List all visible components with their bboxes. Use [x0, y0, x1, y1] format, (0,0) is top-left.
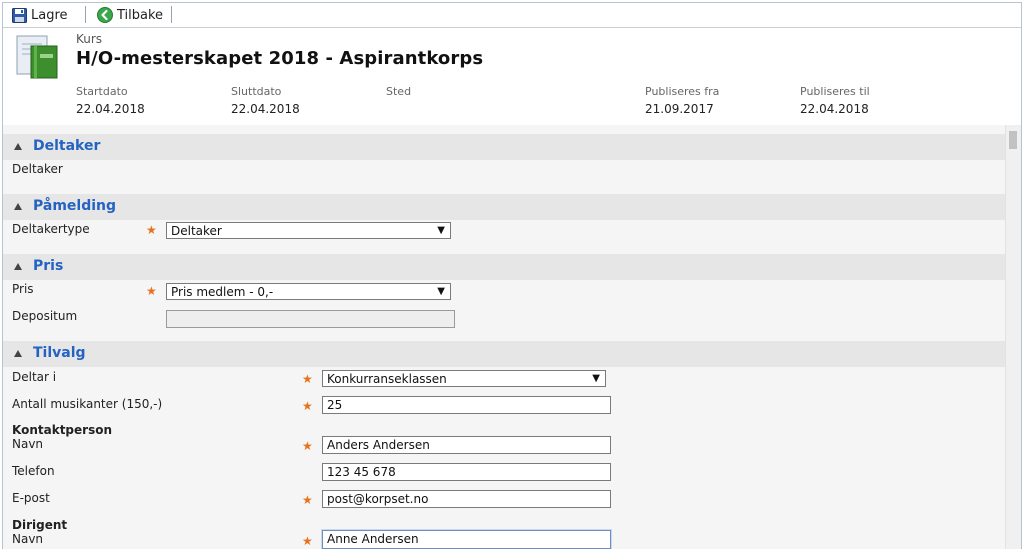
floppy-disk-icon [12, 7, 27, 23]
participant-type-label: Deltakertype [12, 222, 90, 236]
price-select[interactable]: Pris medlem - 0,- ▼ [166, 283, 451, 300]
contact-name-input[interactable]: Anders Andersen [322, 436, 611, 454]
dropdown-arrow-icon[interactable]: ▼ [592, 373, 600, 384]
page-title: H/O-mesterskapet 2018 - Aspirantkorps [76, 48, 484, 69]
section-title: Påmelding [33, 198, 117, 214]
conductor-name-input[interactable]: Anne Andersen [322, 530, 611, 549]
dropdown-arrow-icon[interactable]: ▼ [437, 225, 445, 236]
toolbar-separator [85, 6, 86, 23]
required-star-icon: ★ [302, 399, 313, 413]
record-header: Kurs H/O-mesterskapet 2018 - Aspirantkor… [3, 28, 1021, 123]
section-deltaker-header[interactable]: Deltaker [3, 134, 1006, 160]
musician-count-input[interactable]: 25 [322, 396, 611, 414]
section-title: Tilvalg [33, 345, 86, 361]
contact-person-heading: Kontaktperson [12, 423, 113, 437]
phone-label: Telefon [12, 464, 55, 478]
participant-label: Deltaker [12, 162, 63, 176]
deposit-label: Depositum [12, 309, 78, 323]
start-date-label: Startdato [76, 85, 128, 98]
participant-type-value: Deltaker [171, 224, 222, 238]
save-button[interactable]: Lagre [12, 6, 68, 24]
musician-count-label: Antall musikanter (150,-) [12, 397, 163, 411]
phone-input[interactable]: 123 45 678 [322, 463, 611, 481]
toolbar-separator [171, 6, 172, 23]
email-label: E-post [12, 491, 50, 505]
dropdown-arrow-icon[interactable]: ▼ [437, 286, 445, 297]
vertical-scrollbar[interactable] [1005, 125, 1021, 549]
publish-from-value: 21.09.2017 [645, 102, 714, 116]
meta-end: Sluttdato 22.04.2018 [231, 85, 300, 116]
participant-type-select[interactable]: Deltaker ▼ [166, 222, 451, 239]
required-star-icon: ★ [146, 284, 157, 298]
participates-in-value: Konkurranseklassen [327, 372, 447, 386]
required-star-icon: ★ [302, 439, 313, 453]
back-arrow-icon [97, 7, 113, 23]
section-pamelding-header[interactable]: Påmelding [3, 194, 1006, 220]
section-tilvalg-header[interactable]: Tilvalg [3, 341, 1006, 367]
start-date-value: 22.04.2018 [76, 102, 145, 116]
collapse-arrow-icon[interactable] [14, 203, 22, 210]
place-label: Sted [386, 85, 412, 98]
toolbar: Lagre Tilbake [3, 3, 1021, 28]
required-star-icon: ★ [302, 534, 313, 548]
section-title: Pris [33, 258, 64, 274]
contact-name-label: Navn [12, 437, 44, 451]
record-type-label: Kurs [76, 32, 103, 46]
form-content: Deltaker Deltaker Påmelding Deltakertype… [3, 125, 1006, 549]
section-pris-header[interactable]: Pris [3, 254, 1006, 280]
end-date-value: 22.04.2018 [231, 102, 300, 116]
required-star-icon: ★ [302, 372, 313, 386]
end-date-label: Sluttdato [231, 85, 282, 98]
collapse-arrow-icon[interactable] [14, 350, 22, 357]
save-label: Lagre [31, 7, 68, 23]
meta-start: Startdato 22.04.2018 [76, 85, 145, 116]
price-label: Pris [12, 282, 34, 296]
publish-from-label: Publiseres fra [645, 85, 720, 98]
participates-in-label: Deltar i [12, 370, 57, 384]
course-book-icon [16, 35, 58, 79]
meta-place: Sted [386, 85, 411, 102]
conductor-name-label: Navn [12, 532, 44, 546]
price-value: Pris medlem - 0,- [171, 285, 274, 299]
deposit-field [166, 310, 455, 328]
meta-publish-from: Publiseres fra 21.09.2017 [645, 85, 719, 116]
participates-in-select[interactable]: Konkurranseklassen ▼ [322, 370, 606, 387]
required-star-icon: ★ [302, 493, 313, 507]
back-button[interactable]: Tilbake [97, 6, 163, 24]
scrollbar-thumb[interactable] [1009, 131, 1017, 149]
section-title: Deltaker [33, 138, 101, 154]
meta-publish-to: Publiseres til 22.04.2018 [800, 85, 870, 116]
back-label: Tilbake [117, 7, 164, 23]
publish-to-value: 22.04.2018 [800, 102, 869, 116]
app-window: Lagre Tilbake Kurs H/O-mesterskapet 2018… [2, 2, 1022, 549]
publish-to-label: Publiseres til [800, 85, 870, 98]
conductor-heading: Dirigent [12, 518, 68, 532]
collapse-arrow-icon[interactable] [14, 263, 22, 270]
collapse-arrow-icon[interactable] [14, 143, 22, 150]
required-star-icon: ★ [146, 223, 157, 237]
email-input[interactable]: post@korpset.no [322, 490, 611, 508]
